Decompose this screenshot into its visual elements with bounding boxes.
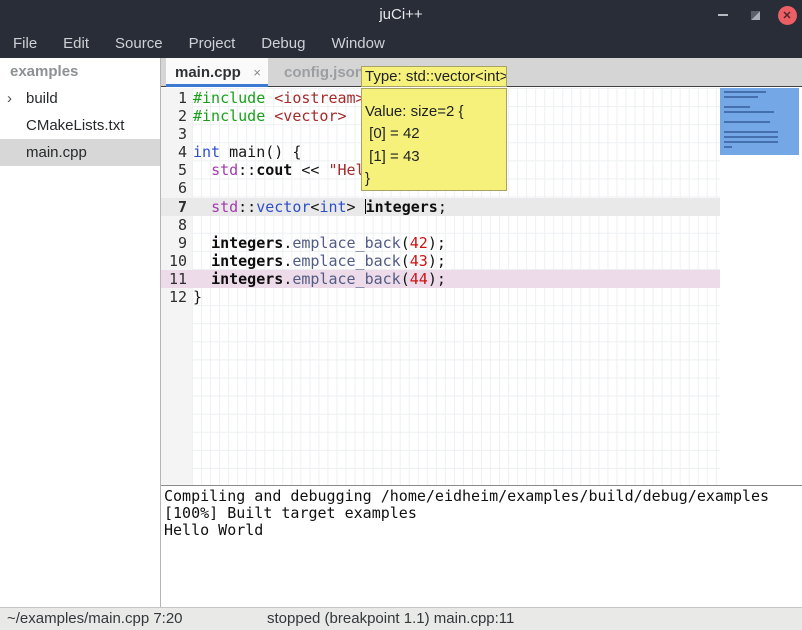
status-debug-state: stopped (breakpoint 1.1) main.cpp:11 [267, 608, 514, 630]
code-text: integers.emplace_back(44); [192, 270, 446, 288]
debug-value-tooltip: Value: size=2 { [0] = 42 [1] = 43} [361, 88, 507, 191]
project-name: examples [0, 58, 160, 85]
restore-icon [751, 11, 760, 20]
tooltip-value-line: [1] = 43 [365, 146, 506, 168]
sidebar-item-label: build [26, 90, 58, 107]
code-line[interactable]: 7 std::vector<int> integers; [161, 198, 720, 216]
sidebar-item-label: main.cpp [26, 144, 87, 161]
code-line[interactable]: 9 integers.emplace_back(42); [161, 234, 720, 252]
menu-item-window[interactable]: Window [318, 30, 397, 58]
code-text [192, 216, 193, 234]
status-file-position: ~/examples/main.cpp 7:20 [7, 608, 183, 630]
code-line[interactable]: 10 integers.emplace_back(43); [161, 252, 720, 270]
sidebar-item-cmakelists-txt[interactable]: CMakeLists.txt [0, 112, 160, 139]
titlebar[interactable]: juCi++ ✕ [0, 0, 802, 30]
line-number: 2 [161, 107, 192, 125]
close-icon: ✕ [778, 6, 797, 25]
tab-config-json[interactable]: config.json [278, 58, 370, 86]
terminal-line: Hello World [164, 522, 802, 539]
menu-item-edit[interactable]: Edit [50, 30, 102, 58]
code-text: integers.emplace_back(42); [192, 234, 446, 252]
code-text [192, 179, 193, 197]
minimize-icon [718, 14, 728, 16]
line-number: 11 [161, 270, 192, 288]
tab-label: main.cpp [166, 64, 241, 81]
menu-item-file[interactable]: File [0, 30, 50, 58]
code-text: } [192, 288, 202, 306]
restore-button[interactable] [742, 0, 768, 30]
tooltip-value-line: } [365, 168, 506, 190]
close-button[interactable]: ✕ [774, 0, 800, 30]
file-tree-panel: examples › build CMakeLists.txt main.cpp [0, 58, 161, 607]
minimap[interactable] [720, 88, 802, 485]
tab-close-icon[interactable]: × [253, 65, 261, 80]
code-line[interactable]: 12} [161, 288, 720, 306]
sidebar-item-build[interactable]: › build [0, 85, 160, 112]
code-text: int main() { [192, 143, 301, 161]
tab-label: config.json [284, 64, 364, 81]
tooltip-value-line: [0] = 42 [365, 123, 506, 145]
juci-window: juCi++ ✕ FileEditSourceProjectDebugWindo… [0, 0, 802, 630]
tab-main-cpp[interactable]: main.cpp × [166, 58, 268, 86]
menubar: FileEditSourceProjectDebugWindow [0, 30, 802, 58]
menu-item-source[interactable]: Source [102, 30, 176, 58]
debug-type-tooltip: Type: std::vector<int> [361, 66, 507, 87]
line-number: 4 [161, 143, 192, 161]
line-number: 3 [161, 125, 192, 143]
line-number: 8 [161, 216, 192, 234]
menu-item-project[interactable]: Project [176, 30, 249, 58]
code-text [192, 125, 193, 143]
terminal-line: [100%] Built target examples [164, 505, 802, 522]
minimize-button[interactable] [710, 0, 736, 30]
code-text: std::vector<int> integers; [192, 198, 447, 216]
terminal-line: Compiling and debugging /home/eidheim/ex… [164, 488, 802, 505]
chevron-right-icon[interactable]: › [7, 85, 12, 112]
line-number: 5 [161, 161, 192, 179]
window-title: juCi++ [0, 0, 802, 30]
line-number: 12 [161, 288, 192, 306]
line-number: 9 [161, 234, 192, 252]
minimap-thumb[interactable] [720, 88, 799, 155]
line-number: 1 [161, 89, 192, 107]
status-bar: ~/examples/main.cpp 7:20 stopped (breakp… [0, 607, 802, 630]
sidebar-item-main-cpp[interactable]: main.cpp [0, 139, 160, 166]
line-number: 7 [161, 198, 192, 216]
line-number: 6 [161, 179, 192, 197]
code-line[interactable]: 8 [161, 216, 720, 234]
build-output-terminal[interactable]: Compiling and debugging /home/eidheim/ex… [161, 485, 802, 607]
sidebar-item-label: CMakeLists.txt [26, 117, 124, 134]
menu-item-debug[interactable]: Debug [248, 30, 318, 58]
line-number: 10 [161, 252, 192, 270]
tooltip-value-line: Value: size=2 { [365, 101, 506, 123]
code-text: #include <vector> [192, 107, 347, 125]
code-text: integers.emplace_back(43); [192, 252, 446, 270]
code-line[interactable]: 11 integers.emplace_back(44); [161, 270, 720, 288]
code-text: #include <iostream> [192, 89, 365, 107]
